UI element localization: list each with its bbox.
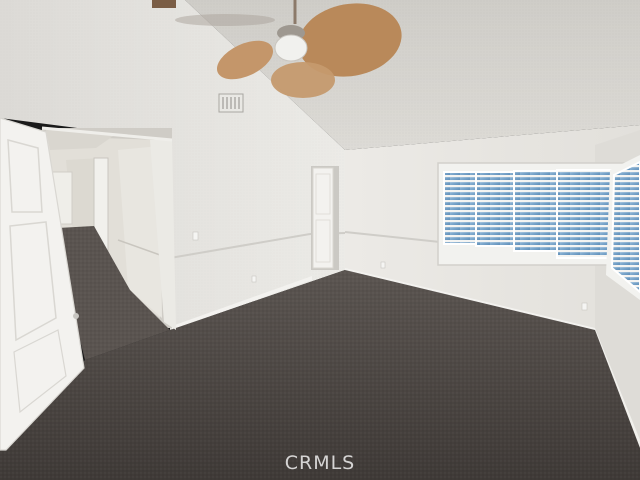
closet-doorway	[311, 166, 339, 270]
air-vent-icon	[218, 93, 244, 113]
room-photo	[0, 0, 640, 480]
watermark-text: CRMLS	[284, 452, 356, 474]
side-window-shutters	[606, 155, 640, 300]
window-shutters	[437, 162, 625, 266]
